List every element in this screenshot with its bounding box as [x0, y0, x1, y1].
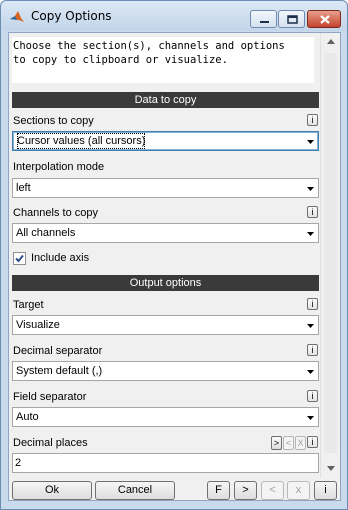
dialog-body: Choose the section(s), channels and opti… — [8, 32, 341, 501]
decimal-separator-select[interactable]: System default (,) — [12, 361, 319, 381]
data-to-copy-header: Data to copy — [12, 92, 319, 108]
target-select-value: Visualize — [16, 319, 60, 331]
field-separator-select[interactable]: Auto — [12, 407, 319, 427]
chevron-down-icon[interactable] — [303, 224, 318, 242]
minimize-button[interactable] — [250, 10, 277, 28]
info-button[interactable]: i — [314, 481, 337, 500]
sections-label: Sections to copy — [13, 115, 94, 127]
decimal-places-info-button[interactable]: i — [307, 436, 318, 448]
minimize-icon — [260, 21, 269, 23]
scroll-down-icon[interactable] — [321, 460, 341, 477]
chevron-down-icon[interactable] — [303, 316, 318, 334]
scrollbar-thumb[interactable] — [324, 53, 337, 453]
interpolation-select[interactable]: left — [12, 178, 319, 198]
interpolation-label: Interpolation mode — [13, 161, 105, 173]
field-separator-value: Auto — [16, 411, 39, 423]
close-icon — [320, 15, 330, 24]
decimal-separator-info-button[interactable]: i — [307, 344, 318, 356]
maximize-button[interactable] — [278, 10, 305, 28]
channels-select-value: All channels — [16, 227, 76, 239]
output-options-header: Output options — [12, 275, 319, 291]
matlab-logo-icon — [10, 11, 24, 22]
cancel-button[interactable]: Cancel — [95, 481, 175, 500]
channels-info-button[interactable]: i — [307, 206, 318, 218]
include-axis-label: Include axis — [31, 252, 90, 264]
sections-select-value: Cursor values (all cursors) — [16, 132, 146, 150]
target-select[interactable]: Visualize — [12, 315, 319, 335]
target-label: Target — [13, 299, 44, 311]
channels-label: Channels to copy — [13, 207, 98, 219]
description-text: Choose the section(s), channels and opti… — [12, 37, 314, 83]
sections-info-button[interactable]: i — [307, 114, 318, 126]
decimal-places-next-button[interactable]: > — [271, 436, 282, 450]
decimal-separator-label: Decimal separator — [13, 345, 103, 357]
checkmark-icon — [15, 254, 24, 263]
chevron-down-icon[interactable] — [303, 132, 318, 150]
close-window-button[interactable] — [307, 10, 341, 28]
vertical-scrollbar[interactable] — [320, 33, 340, 478]
field-separator-info-button[interactable]: i — [307, 390, 318, 402]
field-separator-label: Field separator — [13, 391, 87, 403]
bottom-button-bar: Ok Cancel F > < x i — [9, 478, 340, 500]
window-frame: Copy Options Choose the section(s), chan… — [0, 0, 348, 510]
target-info-button[interactable]: i — [307, 298, 318, 310]
decimal-places-clear-button[interactable]: X — [295, 436, 306, 450]
close-button[interactable]: x — [287, 481, 310, 500]
chevron-down-icon[interactable] — [303, 179, 318, 197]
chevron-down-icon[interactable] — [303, 408, 318, 426]
f-button[interactable]: F — [207, 481, 230, 500]
title-bar[interactable]: Copy Options — [1, 1, 347, 31]
ok-button[interactable]: Ok — [12, 481, 92, 500]
decimal-places-input[interactable]: 2 — [12, 453, 319, 473]
maximize-icon — [287, 15, 298, 24]
decimal-separator-value: System default (,) — [16, 365, 103, 377]
prev-button[interactable]: < — [261, 481, 284, 500]
interpolation-select-value: left — [16, 182, 31, 194]
channels-select[interactable]: All channels — [12, 223, 319, 243]
chevron-down-icon[interactable] — [303, 362, 318, 380]
decimal-places-prev-button[interactable]: < — [283, 436, 294, 450]
next-button[interactable]: > — [234, 481, 257, 500]
scroll-up-icon[interactable] — [321, 33, 341, 50]
decimal-places-label: Decimal places — [13, 437, 88, 449]
include-axis-checkbox[interactable] — [13, 252, 26, 265]
sections-select[interactable]: Cursor values (all cursors) — [12, 131, 319, 151]
window-title: Copy Options — [31, 9, 112, 23]
